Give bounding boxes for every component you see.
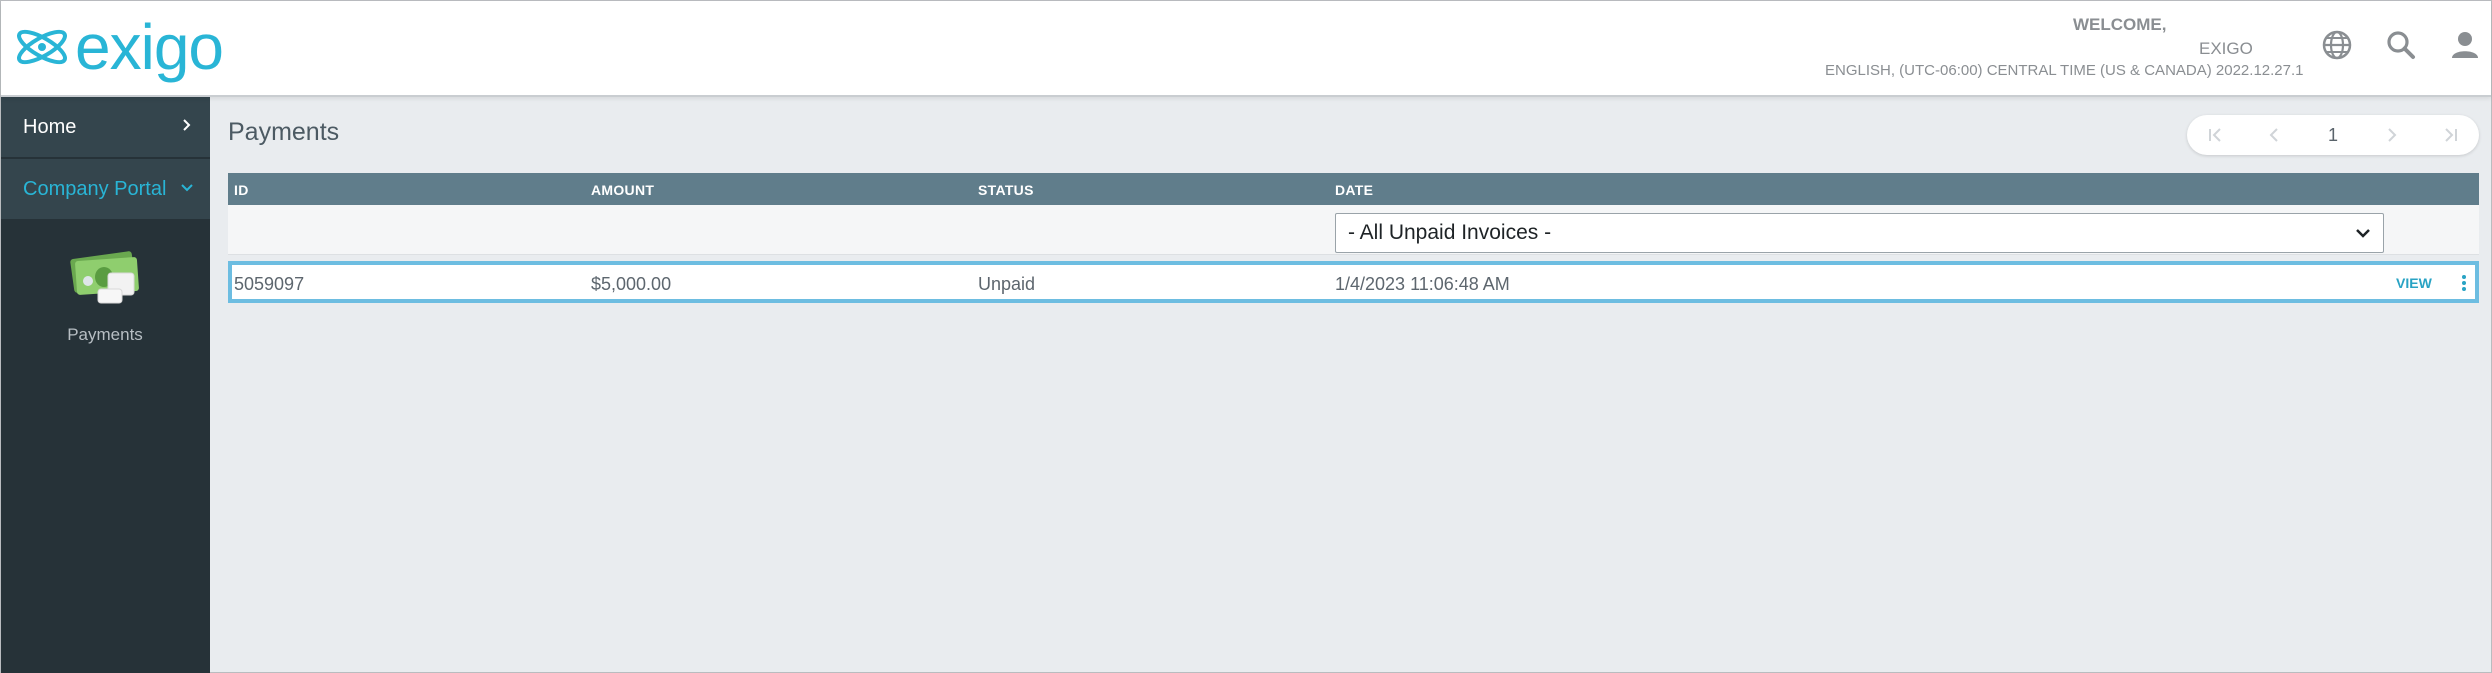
sidebar-tile-payments[interactable]: Payments — [35, 247, 175, 357]
cell-date: 1/4/2023 11:06:48 AM — [1335, 274, 1510, 294]
brand-name: exigo — [75, 11, 224, 83]
last-page-button[interactable] — [2421, 115, 2479, 155]
cell-status: Unpaid — [978, 274, 1036, 294]
table-row[interactable]: 5059097 $5,000.00 Unpaid 1/4/2023 11:06:… — [228, 261, 2479, 303]
chevron-down-icon — [2356, 229, 2370, 238]
sidebar: Home Company Portal Payments — [1, 97, 210, 673]
sidebar-item-label: Home — [23, 115, 77, 138]
date-filter-selected: - All Unpaid Invoices - — [1348, 221, 1552, 244]
current-page-number: 1 — [2327, 124, 2338, 145]
user-icon[interactable] — [2445, 25, 2485, 65]
first-page-icon — [2209, 128, 2221, 142]
column-header-status[interactable]: STATUS — [978, 182, 1034, 198]
chevron-right-icon — [183, 119, 191, 131]
cell-amount: $5,000.00 — [591, 274, 672, 294]
column-header-id[interactable]: ID — [234, 182, 249, 198]
globe-icon[interactable] — [2317, 25, 2357, 65]
chevron-down-icon — [181, 184, 193, 192]
pagination: 1 — [2187, 115, 2479, 155]
column-header-amount[interactable]: AMOUNT — [591, 182, 654, 198]
column-header-date[interactable]: DATE — [1335, 182, 1373, 198]
view-button[interactable]: VIEW — [2396, 275, 2432, 291]
table-header: ID AMOUNT STATUS DATE — [228, 173, 2479, 205]
sidebar-item-home[interactable]: Home — [1, 97, 210, 157]
prev-page-button[interactable] — [2245, 115, 2303, 155]
page-title: Payments — [228, 118, 340, 146]
welcome-label: WELCOME, — [2073, 15, 2167, 34]
money-icon — [70, 251, 139, 304]
next-page-icon — [2388, 128, 2397, 142]
last-page-icon — [2445, 128, 2457, 142]
tile-label: Payments — [67, 325, 143, 344]
next-page-button[interactable] — [2363, 115, 2421, 155]
sidebar-item-label: Company Portal — [23, 177, 167, 200]
more-options-icon[interactable] — [2457, 273, 2471, 293]
first-page-button[interactable] — [2187, 115, 2245, 155]
cell-id: 5059097 — [234, 274, 305, 294]
logo-mark-icon — [17, 29, 67, 65]
date-filter-select[interactable]: - All Unpaid Invoices - — [1335, 213, 2384, 253]
exigo-logo[interactable]: exigo — [13, 11, 224, 83]
sidebar-item-company-portal[interactable]: Company Portal — [1, 159, 210, 219]
prev-page-icon — [2269, 128, 2278, 142]
username: EXIGO — [2199, 39, 2253, 58]
locale-info: ENGLISH, (UTC-06:00) CENTRAL TIME (US & … — [1825, 62, 2304, 79]
top-header: exigo WELCOME, EXIGO ENGLISH, (UTC-06:00… — [1, 1, 2491, 97]
search-icon[interactable] — [2381, 25, 2421, 65]
